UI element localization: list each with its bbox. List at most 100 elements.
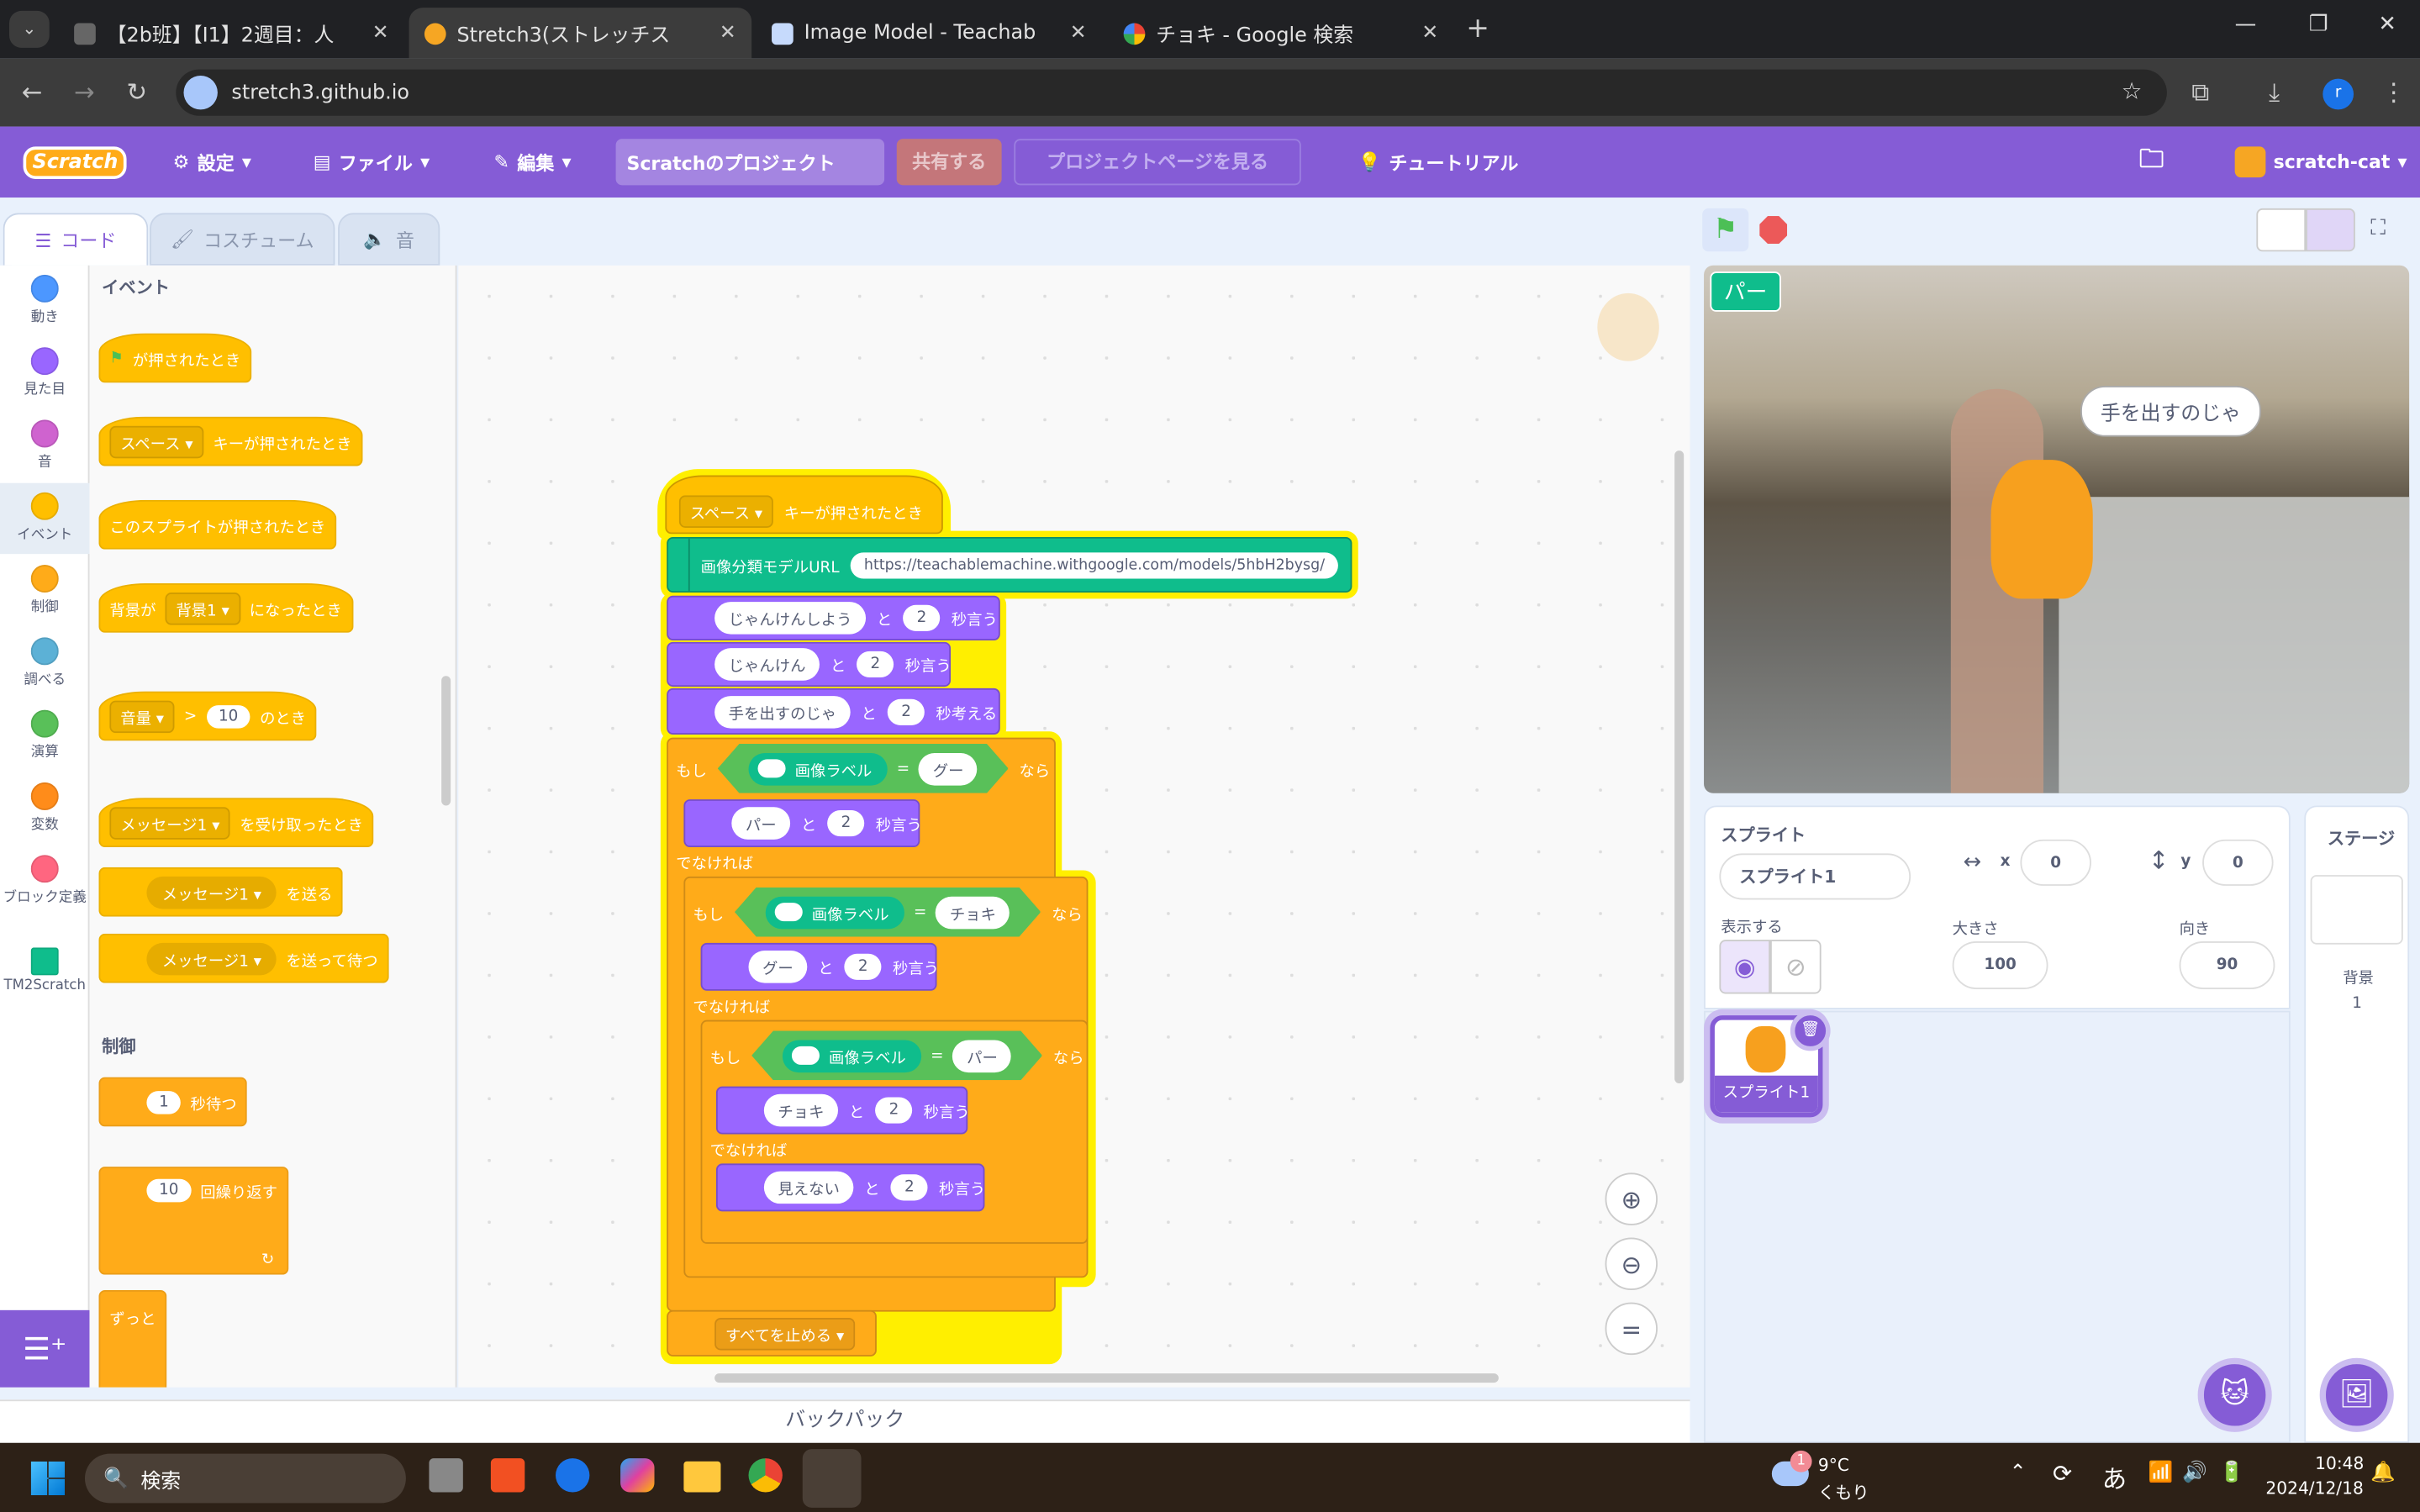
block-when-message-received[interactable]: メッセージ1 ▾ を受け取ったとき — [98, 798, 375, 848]
sync-icon[interactable]: ⟳ — [2053, 1460, 2072, 1488]
category-operators[interactable]: 演算 — [0, 701, 89, 772]
block-say-for-secs[interactable]: パーと 2 秒言う — [683, 799, 922, 848]
tutorials-button[interactable]: 💡 チュートリアル — [1358, 127, 1519, 198]
file-explorer-icon[interactable] — [683, 1461, 721, 1493]
zoom-in-button[interactable]: ⊕ — [1605, 1172, 1658, 1225]
block-repeat[interactable]: 10 回繰り返す ↻ — [98, 1167, 288, 1275]
copilot-icon[interactable] — [620, 1458, 655, 1493]
wifi-icon[interactable]: 📶 — [2148, 1462, 2174, 1485]
block-tm-image-model-url[interactable]: 画像分類モデルURL https://teachablemachine.withg… — [667, 536, 1352, 593]
url-input[interactable]: stretch3.github.io ☆ — [176, 69, 2167, 116]
category-variables[interactable]: 変数 — [0, 773, 89, 844]
my-stuff-folder-icon[interactable]: 🗀 — [2139, 127, 2164, 198]
chrome-icon[interactable] — [748, 1458, 783, 1493]
task-view-icon[interactable] — [429, 1458, 463, 1493]
edit-menu[interactable]: ✎ 編集 ▾ — [494, 127, 572, 198]
image-label-reporter[interactable]: 画像ラベル — [783, 1040, 921, 1072]
message-dropdown[interactable]: メッセージ1 ▾ — [109, 806, 231, 839]
backdrop-dropdown[interactable]: 背景1 ▾ — [165, 592, 240, 624]
key-dropdown[interactable]: スペース ▾ — [109, 424, 204, 458]
extensions-icon[interactable]: ⧉ — [2191, 77, 2209, 108]
model-url-input[interactable]: https://teachablemachine.withgoogle.com/… — [850, 551, 1339, 578]
download-icon[interactable]: ⤓ — [2269, 77, 2280, 108]
add-sprite-button[interactable]: 🐱 — [2197, 1357, 2272, 1432]
chrome-menu-icon[interactable]: ⋮ — [2381, 77, 2406, 107]
zoom-out-button[interactable]: ⊖ — [1605, 1237, 1658, 1290]
block-when-key-pressed[interactable]: スペース ▾ キーが押されたとき — [665, 475, 943, 535]
browser-tab[interactable]: Image Model - Teachab ✕ — [757, 8, 1102, 59]
stop-option-dropdown[interactable]: すべてを止める ▾ — [714, 1317, 856, 1350]
y-input[interactable]: 0 — [2202, 839, 2274, 886]
green-flag-button[interactable]: ⚑ — [1702, 208, 1749, 252]
browser-tab[interactable]: 【2b班】【I1】2週目：人 ✕ — [59, 8, 404, 59]
size-input[interactable]: 100 — [1952, 941, 2048, 989]
battery-icon[interactable]: 🔋 — [2219, 1462, 2244, 1485]
add-backdrop-button[interactable]: 🖼 — [2319, 1357, 2394, 1432]
ime-indicator[interactable]: あ — [2102, 1458, 2127, 1495]
clock-date[interactable]: 2024/12/18 — [2265, 1478, 2363, 1499]
category-motion[interactable]: 動き — [0, 266, 89, 336]
maximize-button[interactable]: ❐ — [2309, 13, 2328, 37]
key-dropdown[interactable]: スペース ▾ — [678, 494, 773, 528]
block-forever[interactable]: ずっと — [98, 1289, 167, 1388]
new-tab-button[interactable]: + — [1466, 13, 1489, 45]
category-control[interactable]: 制御 — [0, 556, 89, 626]
number-input[interactable]: 10 — [146, 1178, 192, 1203]
text-input[interactable]: チョキ — [936, 896, 1010, 929]
block-broadcast-and-wait[interactable]: メッセージ1 ▾ を送って待つ — [98, 933, 389, 983]
block-wait[interactable]: 1 秒待つ — [98, 1077, 248, 1127]
block-stop[interactable]: すべてを止める ▾ — [667, 1309, 877, 1357]
file-menu[interactable]: ▤ ファイル ▾ — [314, 127, 430, 198]
number-input[interactable]: 2 — [890, 1174, 929, 1201]
equals-condition[interactable]: 画像ラベル = パー — [751, 1031, 1042, 1081]
tab-costumes[interactable]: 🖌 コスチューム — [150, 213, 335, 266]
category-my-blocks[interactable]: ブロック定義 — [0, 846, 89, 932]
text-input[interactable]: パー — [953, 1040, 1012, 1072]
profile-avatar[interactable]: r — [2322, 78, 2354, 110]
category-sound[interactable]: 音 — [0, 410, 89, 481]
start-button[interactable] — [30, 1461, 66, 1496]
add-extension-button[interactable]: ☰⁺ — [0, 1309, 90, 1388]
settings-menu[interactable]: ⚙ 設定 ▾ — [173, 127, 251, 198]
small-stage-button[interactable] — [2256, 208, 2307, 252]
text-input[interactable]: じゃんけん — [714, 648, 820, 681]
delete-sprite-button[interactable]: 🗑 — [1790, 1010, 1831, 1051]
text-input[interactable]: グー — [919, 752, 978, 785]
block-think-for-secs[interactable]: 手を出すのじゃと 2 秒考える — [667, 688, 1000, 735]
category-looks[interactable]: 見た目 — [0, 338, 89, 408]
notification-bell-icon[interactable]: 🔔 — [2370, 1462, 2396, 1485]
back-icon[interactable]: ← — [22, 77, 43, 107]
category-sensing[interactable]: 調べる — [0, 628, 89, 698]
equals-condition[interactable]: 画像ラベル = チョキ — [735, 888, 1041, 937]
close-tab-icon[interactable]: ✕ — [372, 22, 389, 45]
stage-canvas[interactable]: パー 手を出すのじゃ — [1704, 265, 2410, 793]
reload-icon[interactable]: ↻ — [127, 77, 148, 107]
number-input[interactable]: 2 — [887, 698, 925, 725]
block-when-key-pressed[interactable]: スペース ▾ キーが押されたとき — [98, 416, 363, 466]
close-tab-icon[interactable]: ✕ — [1421, 22, 1438, 45]
text-input[interactable]: チョキ — [763, 1093, 839, 1127]
loudness-dropdown[interactable]: 音量 ▾ — [109, 699, 175, 733]
block-say-for-secs[interactable]: じゃんけんしようと 2 秒言う — [667, 595, 1000, 640]
clock-time[interactable]: 10:48 — [2315, 1454, 2364, 1474]
category-tm2scratch[interactable]: TM2Scratch — [0, 938, 89, 1009]
block-say-for-secs[interactable]: グーと 2 秒言う — [700, 942, 939, 991]
x-input[interactable]: 0 — [2020, 839, 2091, 886]
equals-condition[interactable]: 画像ラベル = グー — [718, 744, 1009, 793]
fullscreen-button[interactable]: ⛶ — [2370, 216, 2386, 240]
number-input[interactable]: 2 — [875, 1097, 913, 1124]
hide-sprite-button[interactable]: ⊘ — [1770, 940, 1822, 994]
scratch-logo[interactable]: Scratch — [23, 127, 128, 198]
backpack-header[interactable]: バックパック — [0, 1399, 1690, 1443]
bookmark-star-icon[interactable]: ☆ — [2122, 77, 2143, 105]
message-dropdown[interactable]: メッセージ1 ▾ — [146, 941, 277, 975]
show-sprite-button[interactable]: ◉ — [1719, 940, 1771, 994]
block-when-backdrop-switches[interactable]: 背景が 背景1 ▾ になったとき — [98, 583, 353, 633]
see-project-page-button[interactable]: プロジェクトページを見る — [1014, 139, 1301, 186]
palette-scrollbar[interactable] — [441, 676, 451, 806]
tab-search-button[interactable]: ⌄ — [9, 10, 50, 48]
tab-sounds[interactable]: 🔈 音 — [338, 213, 440, 266]
forward-icon[interactable]: → — [74, 77, 95, 107]
text-input[interactable]: 手を出すのじゃ — [714, 695, 851, 728]
block-when-flag-clicked[interactable]: ⚑ が押されたとき — [98, 333, 252, 383]
